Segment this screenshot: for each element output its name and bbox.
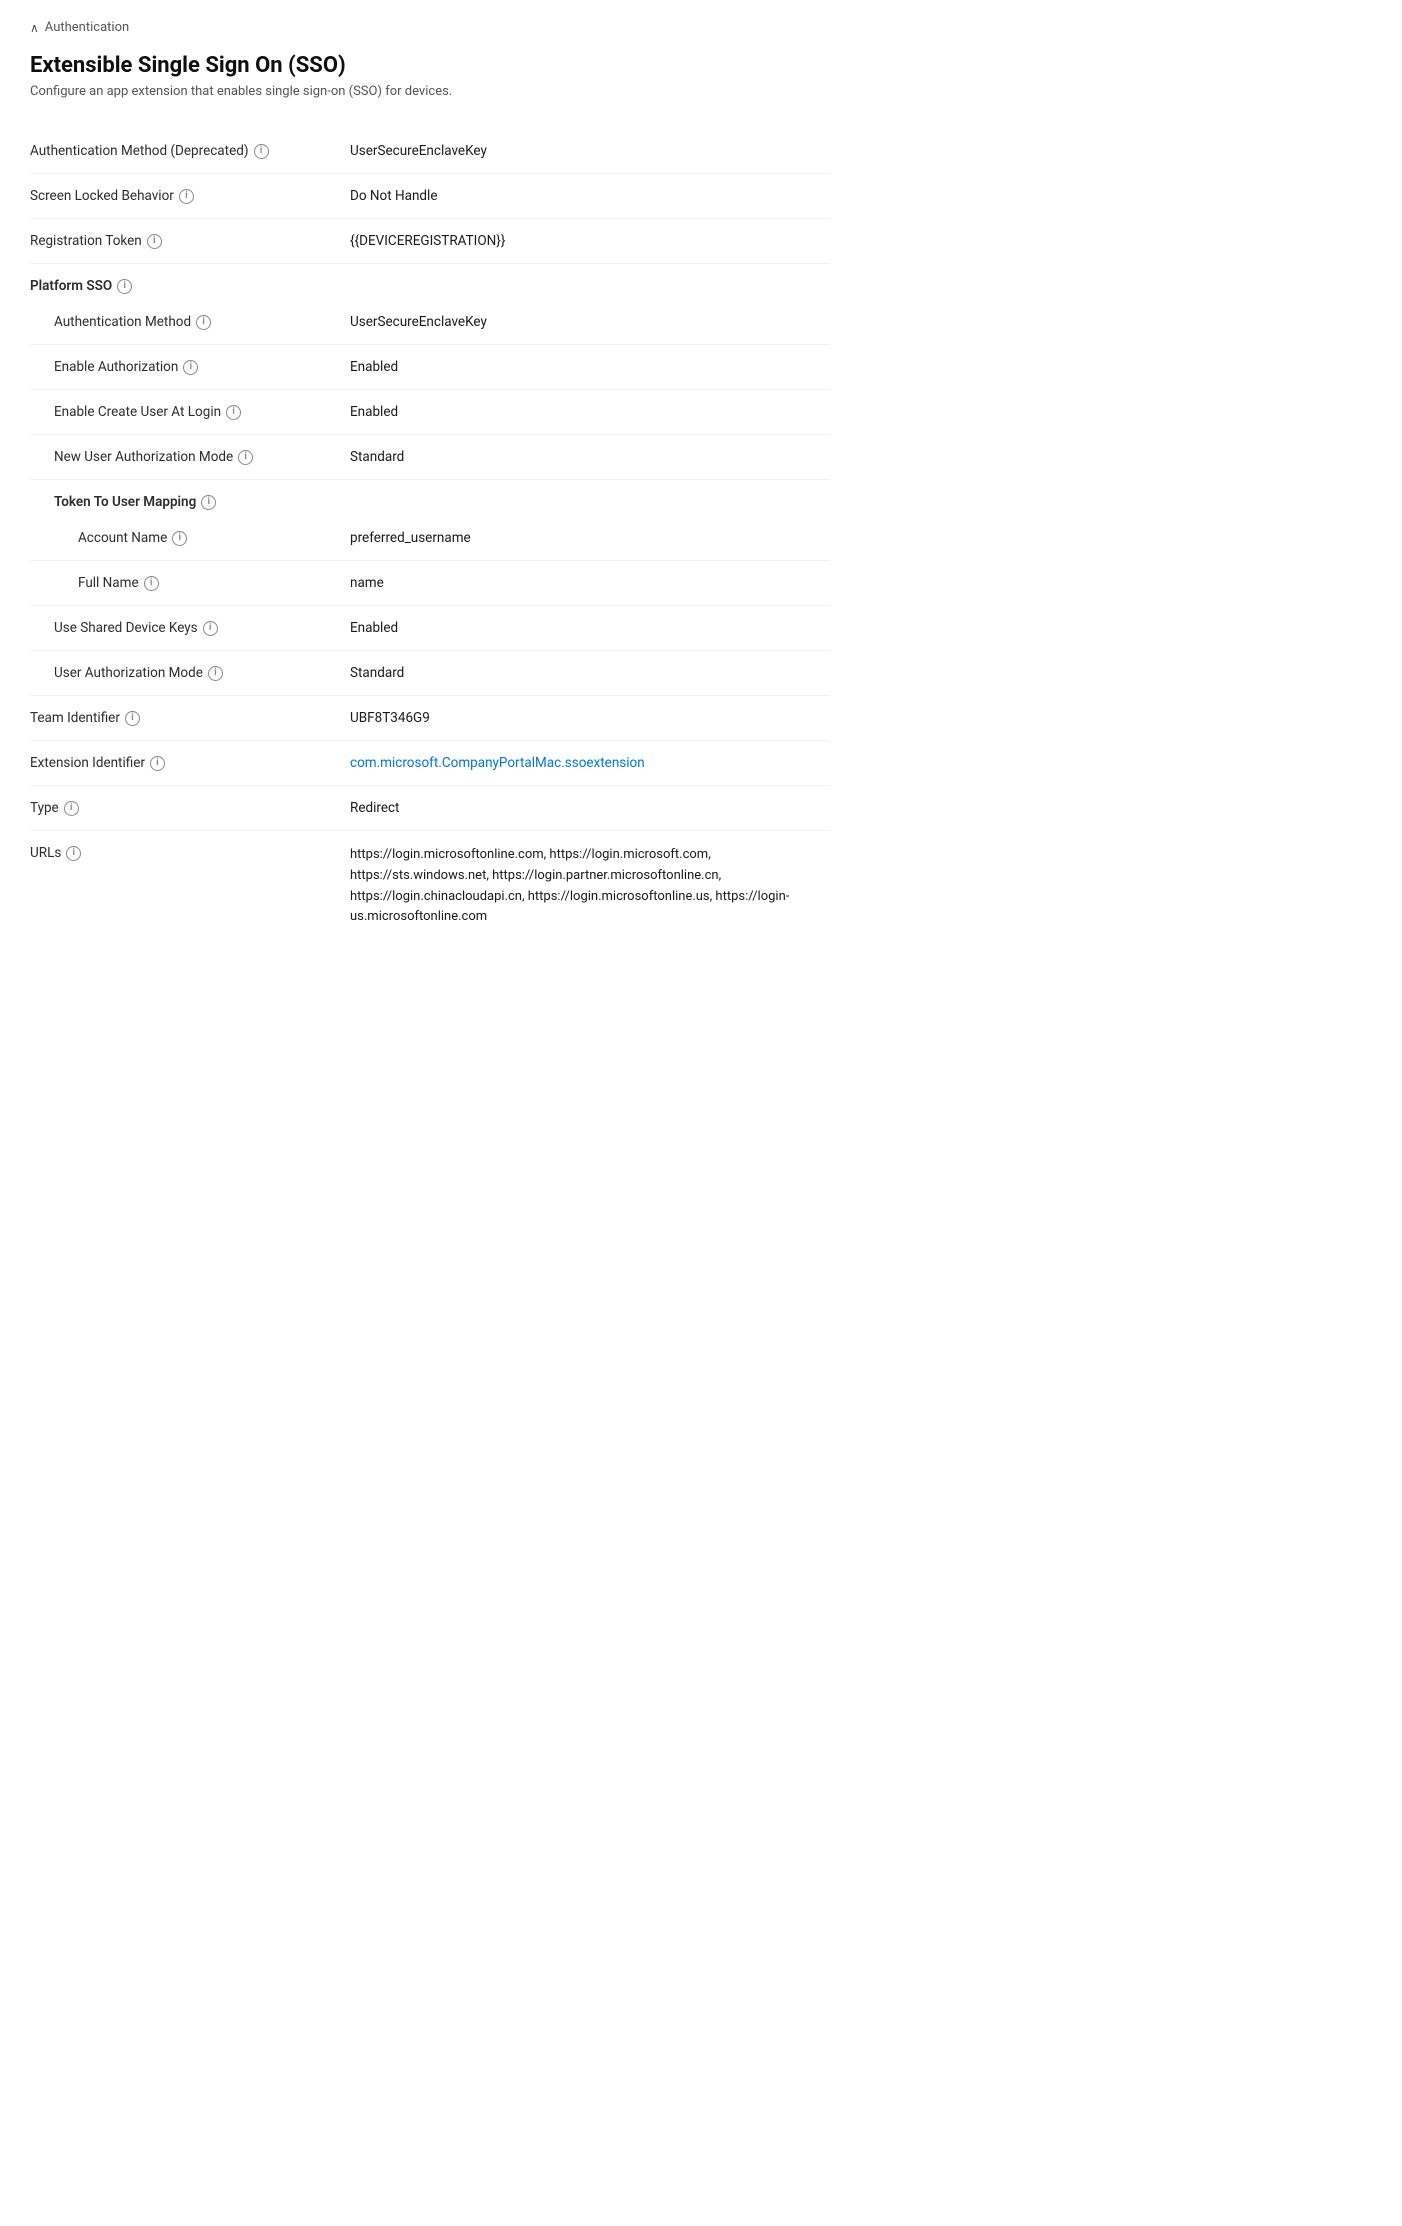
field-value-registration-token: {{DEVICEREGISTRATION}} (350, 233, 830, 249)
field-row-full-name: Full Name i name (30, 561, 830, 606)
label-text-enable-authorization: Enable Authorization (54, 359, 178, 375)
label-text-enable-create-user: Enable Create User At Login (54, 404, 221, 420)
field-row-enable-authorization: Enable Authorization i Enabled (30, 345, 830, 390)
info-icon-platform-sso: i (117, 279, 132, 294)
field-value-type: Redirect (350, 800, 830, 816)
page-subtitle: Configure an app extension that enables … (30, 84, 830, 99)
field-value-new-user-auth-mode: Standard (350, 449, 830, 465)
field-label-use-shared-device-keys: Use Shared Device Keys i (30, 620, 350, 636)
field-value-account-name: preferred_username (350, 530, 830, 546)
info-icon-user-auth-mode: i (208, 666, 223, 681)
info-icon-type: i (64, 801, 79, 816)
field-value-screen-locked-behavior: Do Not Handle (350, 188, 830, 204)
label-text-auth-method: Authentication Method (54, 314, 191, 330)
field-label-extension-identifier: Extension Identifier i (30, 755, 350, 771)
section-platform-sso: Platform SSO i (30, 264, 830, 300)
info-icon-extension-identifier: i (150, 756, 165, 771)
info-icon-enable-authorization: i (183, 360, 198, 375)
field-value-enable-create-user: Enabled (350, 404, 830, 420)
breadcrumb-label: Authentication (45, 20, 129, 35)
field-value-auth-method: UserSecureEnclaveKey (350, 314, 830, 330)
label-text-account-name: Account Name (78, 530, 167, 546)
page-title: Extensible Single Sign On (SSO) (30, 53, 830, 78)
field-value-extension-identifier: com.microsoft.CompanyPortalMac.ssoextens… (350, 755, 830, 771)
label-text-full-name: Full Name (78, 575, 139, 591)
label-text-urls: URLs (30, 845, 61, 861)
field-label-new-user-auth-mode: New User Authorization Mode i (30, 449, 350, 465)
info-icon-registration-token: i (147, 234, 162, 249)
field-label-enable-create-user: Enable Create User At Login i (30, 404, 350, 420)
field-label-type: Typei (30, 800, 350, 816)
label-text-use-shared-device-keys: Use Shared Device Keys (54, 620, 198, 636)
field-row-user-auth-mode: User Authorization Mode i Standard (30, 651, 830, 696)
field-value-urls: https://login.microsoftonline.com, https… (350, 845, 830, 928)
field-label-urls: URLsi (30, 845, 350, 861)
field-row-type: TypeiRedirect (30, 786, 830, 831)
field-label-account-name: Account Name i (30, 530, 350, 546)
field-label-registration-token: Registration Token i (30, 233, 350, 249)
field-label-auth-method-deprecated: Authentication Method (Deprecated) i (30, 143, 350, 159)
info-icon-urls: i (66, 846, 81, 861)
field-row-enable-create-user: Enable Create User At Login i Enabled (30, 390, 830, 435)
info-icon-auth-method: i (196, 315, 211, 330)
section-label-text-platform-sso: Platform SSO (30, 278, 112, 294)
field-row-screen-locked-behavior: Screen Locked Behavior i Do Not Handle (30, 174, 830, 219)
label-text-screen-locked-behavior: Screen Locked Behavior (30, 188, 174, 204)
label-text-registration-token: Registration Token (30, 233, 142, 249)
label-text-auth-method-deprecated: Authentication Method (Deprecated) (30, 143, 249, 159)
breadcrumb: ∧ Authentication (30, 20, 830, 35)
info-icon-full-name: i (144, 576, 159, 591)
field-value-user-auth-mode: Standard (350, 665, 830, 681)
field-row-registration-token: Registration Token i {{DEVICEREGISTRATION}… (30, 219, 830, 264)
info-icon-auth-method-deprecated: i (254, 144, 269, 159)
field-value-team-identifier: UBF8T346G9 (350, 710, 830, 726)
fields-container: Authentication Method (Deprecated) i UserS… (30, 129, 830, 942)
field-row-auth-method-deprecated: Authentication Method (Deprecated) i UserS… (30, 129, 830, 174)
field-row-use-shared-device-keys: Use Shared Device Keys i Enabled (30, 606, 830, 651)
label-text-extension-identifier: Extension Identifier (30, 755, 145, 771)
field-label-auth-method: Authentication Method i (30, 314, 350, 330)
section-token-to-user-mapping: Token To User Mapping i (30, 480, 830, 516)
label-text-new-user-auth-mode: New User Authorization Mode (54, 449, 233, 465)
field-label-user-auth-mode: User Authorization Mode i (30, 665, 350, 681)
info-icon-screen-locked-behavior: i (179, 189, 194, 204)
info-icon-team-identifier: i (125, 711, 140, 726)
field-row-account-name: Account Name i preferred_username (30, 516, 830, 561)
field-value-use-shared-device-keys: Enabled (350, 620, 830, 636)
field-label-team-identifier: Team Identifier i (30, 710, 350, 726)
field-row-urls: URLsihttps://login.microsoftonline.com, … (30, 831, 830, 942)
field-value-full-name: name (350, 575, 830, 591)
field-label-enable-authorization: Enable Authorization i (30, 359, 350, 375)
info-icon-account-name: i (172, 531, 187, 546)
info-icon-new-user-auth-mode: i (238, 450, 253, 465)
label-text-team-identifier: Team Identifier (30, 710, 120, 726)
label-text-user-auth-mode: User Authorization Mode (54, 665, 203, 681)
section-label-text-token-to-user-mapping: Token To User Mapping (54, 494, 196, 510)
field-value-auth-method-deprecated: UserSecureEnclaveKey (350, 143, 830, 159)
field-row-new-user-auth-mode: New User Authorization Mode i Standard (30, 435, 830, 480)
field-row-team-identifier: Team Identifier i UBF8T346G9 (30, 696, 830, 741)
field-row-auth-method: Authentication Method i UserSecureEnclaveK… (30, 300, 830, 345)
label-text-type: Type (30, 800, 59, 816)
info-icon-enable-create-user: i (226, 405, 241, 420)
field-value-enable-authorization: Enabled (350, 359, 830, 375)
chevron-up-icon: ∧ (30, 21, 39, 35)
field-row-extension-identifier: Extension Identifier i com.microsoft.Compa… (30, 741, 830, 786)
info-icon-use-shared-device-keys: i (203, 621, 218, 636)
info-icon-token-to-user-mapping: i (201, 495, 216, 510)
field-label-full-name: Full Name i (30, 575, 350, 591)
field-label-screen-locked-behavior: Screen Locked Behavior i (30, 188, 350, 204)
